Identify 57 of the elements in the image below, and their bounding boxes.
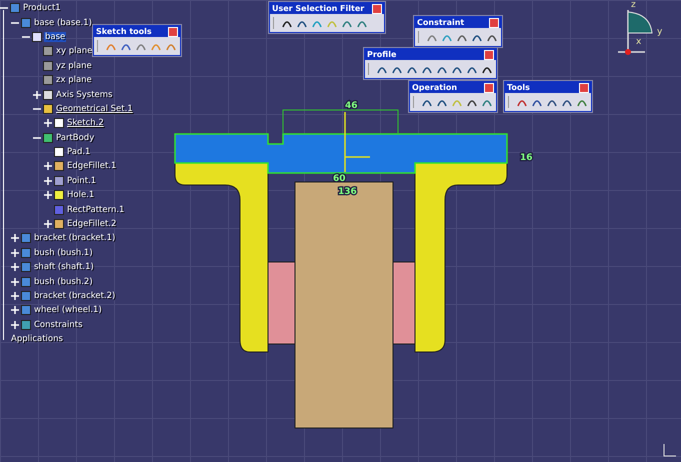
expander-icon[interactable] [11,234,19,242]
expander-icon[interactable] [44,119,52,128]
close-icon[interactable] [484,50,494,60]
close-icon[interactable] [372,4,382,14]
expander-icon[interactable] [11,278,19,286]
tree-item[interactable]: Point.1 [66,176,98,186]
tree-item[interactable]: xy plane [55,46,94,56]
tree-item[interactable]: Pad.1 [66,147,92,158]
axis-label: x [636,37,642,47]
tree-item[interactable]: Hole.1 [66,190,96,200]
expander-icon[interactable] [11,248,19,257]
tree-item[interactable]: Sketch.2 [66,118,105,128]
close-icon[interactable] [484,82,494,92]
expander-icon[interactable] [44,220,52,228]
tree-item[interactable]: Constraints [33,320,84,330]
dimension-label: 16 [520,153,533,163]
toolbar-title: Operation [412,83,458,92]
expander-icon[interactable] [44,162,52,170]
toolbar-title: Profile [367,50,396,59]
close-icon[interactable] [168,26,178,36]
tree-item[interactable]: bush (bush.2) [33,276,94,287]
tree-item[interactable]: zx plane [55,75,93,86]
close-icon[interactable] [579,82,589,92]
expander-icon[interactable] [11,306,19,314]
tree-item[interactable]: base (base.1) [33,18,93,28]
dimension-label: 136 [338,187,357,197]
tree-item[interactable]: Applications [10,334,64,344]
dimension-label: 46 [345,101,358,111]
tree-item[interactable]: base [44,32,66,42]
tree-item[interactable]: shaft (shaft.1) [33,262,95,272]
toolbar-title: Tools [507,83,530,92]
toolbar-title: Sketch tools [96,27,152,36]
tree-item[interactable]: yz plane [55,60,93,71]
expander-icon[interactable] [11,320,19,329]
tree-item[interactable]: bush (bush.1) [33,248,94,258]
expander-icon[interactable] [44,176,52,185]
tree-item[interactable]: Geometrical Set.1 [55,104,134,114]
tree-item[interactable]: bracket (bracket.2) [33,291,116,301]
dimension-label: 60 [333,174,346,184]
tree-item[interactable]: wheel (wheel.1) [33,305,103,316]
tree-item[interactable]: EdgeFillet.2 [66,219,118,230]
expander-icon[interactable] [44,191,52,200]
expander-icon[interactable] [11,292,19,300]
tree-item[interactable]: Axis Systems [55,90,114,100]
axis-label: y [657,27,662,37]
tree-item[interactable]: PartBody [55,132,96,143]
close-icon[interactable] [489,18,499,28]
tree-item[interactable]: RectPattern.1 [66,204,126,215]
compass-drawing [617,9,652,55]
tree-item[interactable]: Product1 [22,3,62,14]
toolbar-title: User Selection Filter [272,4,364,13]
axis-label: z [631,0,636,10]
toolbar-title: Constraint [417,18,464,27]
expander-icon[interactable] [33,90,41,99]
expander-icon[interactable] [11,263,19,272]
tree-item[interactable]: bracket (bracket.1) [33,233,116,244]
tree-item[interactable]: EdgeFillet.1 [66,161,118,172]
